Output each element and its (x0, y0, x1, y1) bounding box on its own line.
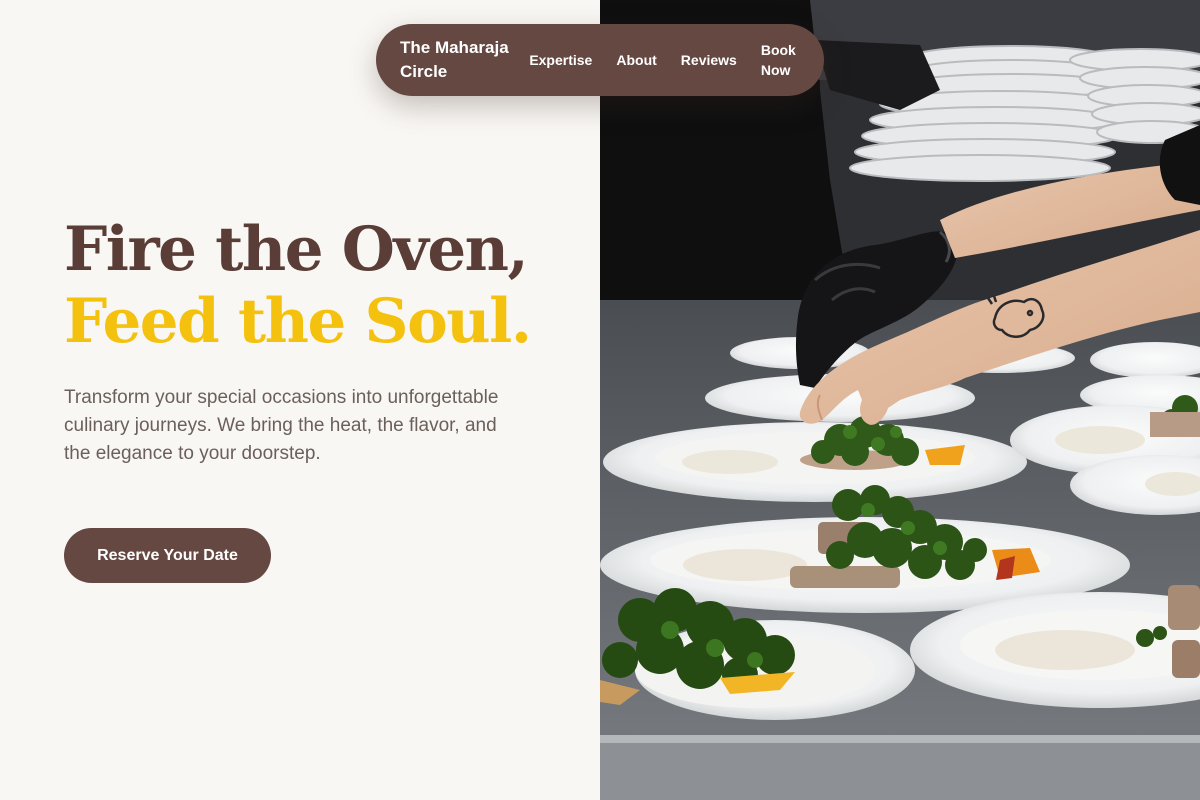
hero-photo-chef-plating (600, 0, 1200, 800)
nav-link-reviews[interactable]: Reviews (681, 50, 737, 70)
hero-headline: Fire the Oven, Feed the Soul. (64, 214, 532, 358)
brand-logo-text[interactable]: The Maharaja Circle (400, 36, 523, 84)
reserve-date-button[interactable]: Reserve Your Date (64, 528, 271, 583)
hero-headline-line1: Fire the Oven, (64, 214, 529, 285)
nav-link-about[interactable]: About (616, 50, 656, 70)
nav-link-book-now[interactable]: Book Now (761, 40, 800, 80)
top-navbar: The Maharaja Circle Expertise About Revi… (376, 24, 824, 96)
hero-headline-line2: Feed the Soul. (64, 286, 532, 357)
hero-description: Transform your special occasions into un… (64, 387, 499, 464)
nav-link-expertise[interactable]: Expertise (529, 50, 592, 70)
